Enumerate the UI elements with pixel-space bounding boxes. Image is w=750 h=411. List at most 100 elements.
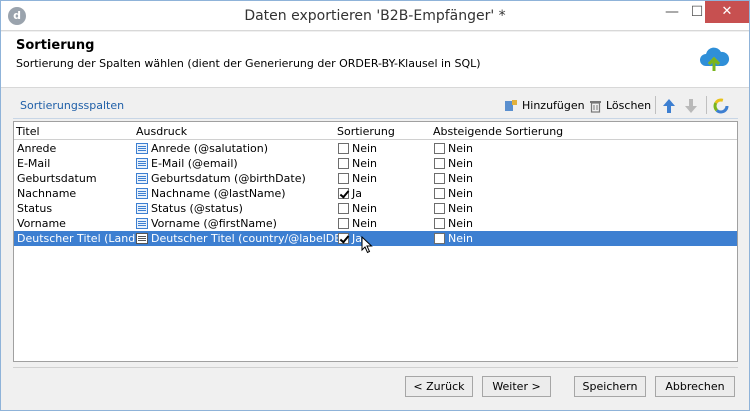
row-expression: Deutscher Titel (country/@labelDE) [136, 232, 346, 245]
sort-checkbox[interactable] [338, 203, 349, 214]
row-expression-text: Nachname (@lastName) [151, 187, 286, 200]
descending-value: Nein [448, 232, 474, 245]
descending-value: Nein [448, 217, 474, 230]
descending-checkbox[interactable] [434, 158, 445, 169]
row-expression: Anrede (@salutation) [136, 142, 268, 155]
row-title: Geburtsdatum [17, 172, 97, 185]
column-header-title[interactable]: Titel [16, 125, 40, 138]
row-title: Nachname [17, 187, 77, 200]
row-sorting[interactable]: Ja [338, 232, 362, 245]
page-description: Sortierung der Spalten wählen (dient der… [16, 57, 481, 70]
close-button[interactable]: ✕ [705, 1, 749, 23]
table-row[interactable]: Anrede Anrede (@salutation) Nein Nein [14, 141, 737, 156]
delete-button[interactable]: Löschen [589, 96, 651, 116]
sort-checkbox[interactable] [338, 188, 349, 199]
row-sorting[interactable]: Ja [338, 187, 362, 200]
row-descending[interactable]: Nein [434, 217, 473, 230]
sort-checkbox[interactable] [338, 143, 349, 154]
add-button[interactable]: Hinzufügen [504, 96, 585, 116]
row-expression: E-Mail (@email) [136, 157, 238, 170]
save-button[interactable]: Speichern [574, 376, 646, 397]
toolbar-separator [655, 96, 656, 114]
table-row[interactable]: Nachname Nachname (@lastName) Ja Nein [14, 186, 737, 201]
next-button[interactable]: Weiter > [482, 376, 551, 397]
sort-checkbox[interactable] [338, 158, 349, 169]
row-sorting[interactable]: Nein [338, 202, 377, 215]
title-bar[interactable]: d Daten exportieren 'B2B-Empfänger' * — … [1, 1, 749, 31]
table-row[interactable]: Vorname Vorname (@firstName) Nein Nein [14, 216, 737, 231]
row-expression-text: E-Mail (@email) [151, 157, 238, 170]
sort-checkbox[interactable] [338, 218, 349, 229]
column-header-sorting[interactable]: Sortierung [337, 125, 395, 138]
section-label: Sortierungsspalten [20, 99, 125, 112]
descending-checkbox[interactable] [434, 173, 445, 184]
descending-value: Nein [448, 142, 474, 155]
row-title: Anrede [17, 142, 57, 155]
sort-value: Nein [352, 172, 378, 185]
row-descending[interactable]: Nein [434, 142, 473, 155]
sort-value: Nein [352, 157, 378, 170]
add-button-label: Hinzufügen [522, 99, 585, 112]
sort-value: Nein [352, 217, 378, 230]
table-row[interactable]: Status Status (@status) Nein Nein [14, 201, 737, 216]
table-row-selected[interactable]: Deutscher Titel (Land) Deutscher Titel (… [14, 231, 737, 246]
sort-checkbox[interactable] [338, 233, 349, 244]
toolbar-separator-2 [706, 96, 707, 114]
row-title: Status [17, 202, 53, 215]
row-descending[interactable]: Nein [434, 232, 473, 245]
column-header-descending[interactable]: Absteigende Sortierung [433, 125, 563, 138]
list-header: Titel Ausdruck Sortierung Absteigende So… [14, 122, 737, 140]
row-sorting[interactable]: Nein [338, 142, 377, 155]
arrow-up-icon [663, 99, 675, 113]
sorting-columns-list[interactable]: Titel Ausdruck Sortierung Absteigende So… [13, 121, 738, 362]
minimize-button[interactable]: — [659, 1, 685, 23]
row-descending[interactable]: Nein [434, 202, 473, 215]
page-title: Sortierung [16, 38, 95, 53]
row-expression-text: Vorname (@firstName) [151, 217, 277, 230]
export-dialog-window: d Daten exportieren 'B2B-Empfänger' * — … [0, 0, 750, 411]
pie-chart-icon [713, 98, 729, 114]
footer-divider [13, 367, 738, 368]
expression-field-icon [136, 218, 148, 229]
descending-checkbox[interactable] [434, 143, 445, 154]
row-title: E-Mail [17, 157, 51, 170]
row-expression: Geburtsdatum (@birthDate) [136, 172, 306, 185]
cancel-button[interactable]: Abbrechen [655, 376, 735, 397]
row-descending[interactable]: Nein [434, 157, 473, 170]
descending-checkbox[interactable] [434, 203, 445, 214]
sorting-columns-toolbar: Sortierungsspalten Hinzufügen Löschen [13, 93, 738, 119]
descending-checkbox[interactable] [434, 218, 445, 229]
arrow-down-icon [685, 99, 697, 113]
mouse-cursor-icon [361, 236, 373, 254]
descending-value: Nein [448, 187, 474, 200]
expression-field-icon [136, 233, 148, 244]
expression-field-icon [136, 173, 148, 184]
column-header-expression[interactable]: Ausdruck [136, 125, 187, 138]
back-button[interactable]: < Zurück [405, 376, 473, 397]
row-title: Deutscher Titel (Land) [17, 232, 140, 245]
row-sorting[interactable]: Nein [338, 217, 377, 230]
row-title: Vorname [17, 217, 66, 230]
descending-checkbox[interactable] [434, 233, 445, 244]
expression-field-icon [136, 203, 148, 214]
row-expression: Nachname (@lastName) [136, 187, 286, 200]
move-down-button[interactable] [684, 96, 698, 116]
row-expression: Vorname (@firstName) [136, 217, 277, 230]
sort-value: Nein [352, 142, 378, 155]
section-divider [13, 118, 738, 119]
sort-value: Nein [352, 202, 378, 215]
sort-value: Ja [352, 187, 362, 200]
move-up-button[interactable] [662, 96, 676, 116]
descending-checkbox[interactable] [434, 188, 445, 199]
table-row[interactable]: E-Mail E-Mail (@email) Nein Nein [14, 156, 737, 171]
row-expression-text: Status (@status) [151, 202, 243, 215]
row-sorting[interactable]: Nein [338, 157, 377, 170]
distribution-button[interactable] [713, 96, 729, 116]
expression-field-icon [136, 143, 148, 154]
row-expression-text: Anrede (@salutation) [151, 142, 268, 155]
sort-checkbox[interactable] [338, 173, 349, 184]
row-descending[interactable]: Nein [434, 187, 473, 200]
table-row[interactable]: Geburtsdatum Geburtsdatum (@birthDate) N… [14, 171, 737, 186]
row-descending[interactable]: Nein [434, 172, 473, 185]
row-sorting[interactable]: Nein [338, 172, 377, 185]
